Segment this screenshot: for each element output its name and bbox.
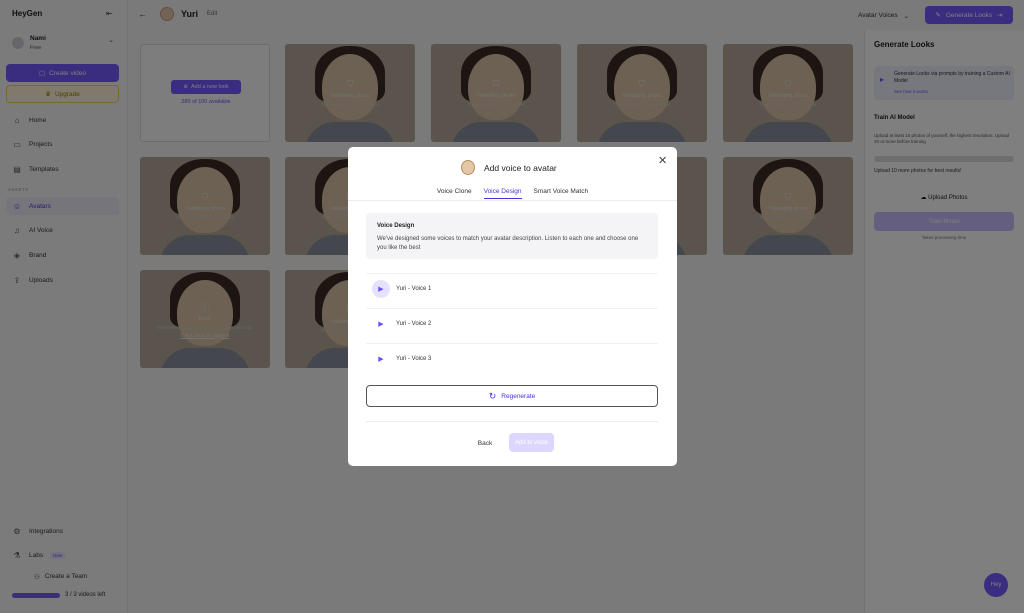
voice-option[interactable]: ▶ Yuri - Voice 3 [366, 343, 658, 373]
tab-voice-clone[interactable]: Voice Clone [437, 188, 472, 199]
refresh-icon: ↻ [488, 390, 497, 401]
play-icon[interactable]: ▶ [372, 350, 390, 368]
add-to-voice-button[interactable]: Add to voice [509, 433, 554, 452]
divider [366, 421, 658, 422]
tab-smart-voice-match[interactable]: Smart Voice Match [534, 188, 589, 199]
voice-design-info: Voice Design We've designed some voices … [366, 213, 658, 259]
voice-label: Yuri - Voice 2 [396, 320, 432, 327]
close-icon[interactable]: ✕ [658, 154, 667, 167]
voice-tabs: Voice Clone Voice Design Smart Voice Mat… [348, 188, 677, 199]
play-icon[interactable]: ▶ [372, 315, 390, 333]
divider [348, 200, 677, 201]
regenerate-button[interactable]: ↻ Regenerate [366, 385, 658, 407]
voice-label: Yuri - Voice 3 [396, 355, 432, 362]
add-voice-modal: Add voice to avatar ✕ Voice Clone Voice … [348, 147, 677, 466]
play-icon[interactable]: ▶ [372, 279, 390, 298]
tab-voice-design[interactable]: Voice Design [483, 188, 522, 199]
voice-option[interactable]: ▶ Yuri - Voice 2 [366, 308, 658, 338]
voice-design-desc: We've designed some voices to match your… [377, 236, 639, 251]
voice-design-title: Voice Design [377, 223, 415, 229]
voice-option[interactable]: ▶ Yuri - Voice 1 [366, 273, 658, 303]
avatar [461, 160, 475, 175]
modal-title: Add voice to avatar [484, 163, 557, 173]
regenerate-label: Regenerate [501, 392, 536, 400]
voice-label: Yuri - Voice 1 [396, 285, 432, 292]
back-button[interactable]: Back [469, 434, 501, 452]
